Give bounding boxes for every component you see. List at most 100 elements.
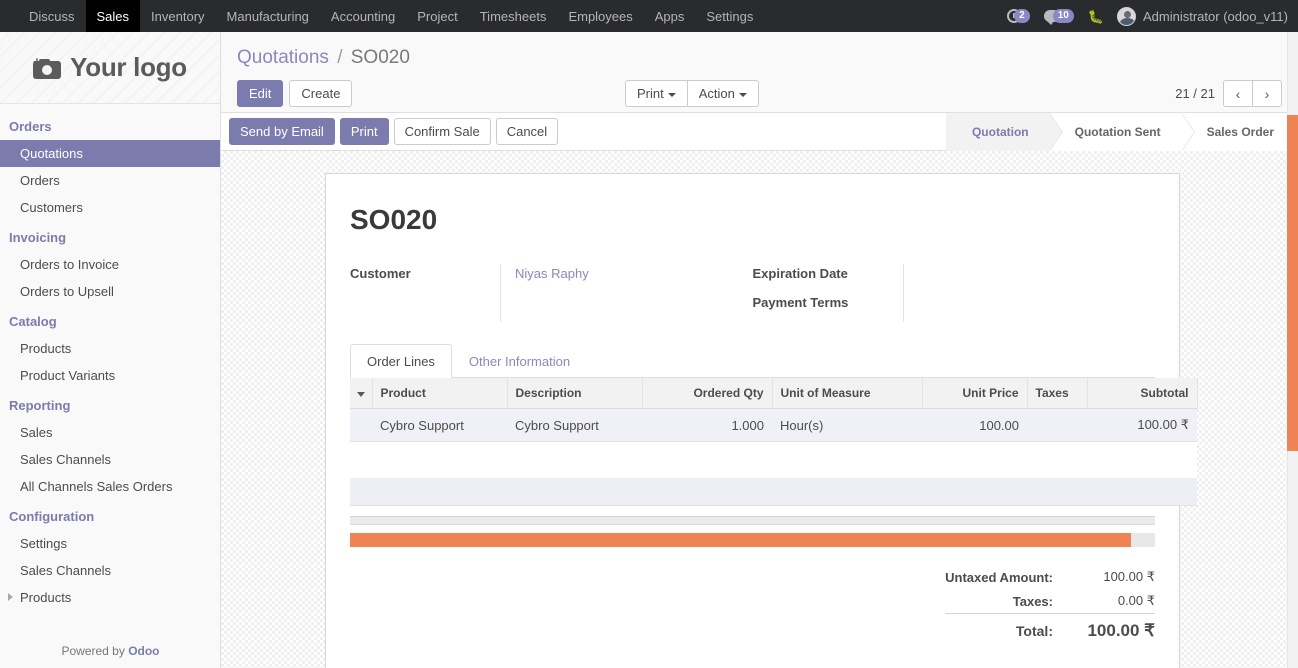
company-logo-area[interactable]: + Your logo: [0, 32, 220, 104]
sidebar-item-products[interactable]: Products: [0, 335, 220, 362]
debug-menu[interactable]: 🐛: [1081, 10, 1111, 23]
powered-by-text: Powered by: [61, 644, 129, 658]
column-header-taxes[interactable]: Taxes: [1027, 378, 1088, 409]
divider-bar: [350, 516, 1155, 525]
status-stage-sales-order[interactable]: Sales Order: [1180, 113, 1298, 151]
vertical-scrollbar-track[interactable]: [1287, 32, 1298, 668]
sidebar-item-sales-channels[interactable]: Sales Channels: [0, 557, 220, 584]
nav-item-apps[interactable]: Apps: [644, 0, 696, 32]
nav-item-discuss[interactable]: Discuss: [18, 0, 86, 32]
nav-item-settings[interactable]: Settings: [695, 0, 764, 32]
systray: 2 10 🐛 Administrator (odoo_v11): [1000, 0, 1298, 32]
sidebar-item-sales[interactable]: Sales: [0, 419, 220, 446]
nav-item-project[interactable]: Project: [406, 0, 468, 32]
nav-item-timesheets[interactable]: Timesheets: [469, 0, 558, 32]
total-label-untaxed-amount: Untaxed Amount:: [945, 569, 1053, 585]
document-title: SO020: [350, 204, 438, 235]
sidebar-item-all-channels-sales-orders[interactable]: All Channels Sales Orders: [0, 473, 220, 500]
activity-menu[interactable]: 2: [1000, 9, 1037, 23]
tab-order-lines[interactable]: Order Lines: [350, 344, 452, 378]
activity-count-badge: 2: [1014, 9, 1030, 23]
field-value-expiration-date[interactable]: [918, 264, 1156, 293]
total-value-taxes: 0.00 ₹: [1117, 593, 1155, 608]
powered-by-footer[interactable]: Powered by Odoo: [0, 636, 220, 668]
confirm-sale-button[interactable]: Confirm Sale: [393, 118, 491, 145]
action-dropdown-button[interactable]: Action: [686, 80, 759, 107]
field-value-payment-terms[interactable]: [918, 293, 1156, 322]
totals-row: Total: 100.00 ₹: [945, 613, 1155, 645]
user-menu[interactable]: Administrator (odoo_v11): [1111, 6, 1288, 26]
cancel-button[interactable]: Cancel: [495, 118, 559, 145]
column-header-product[interactable]: Product: [372, 378, 508, 409]
sidebar-item-orders-to-invoice[interactable]: Orders to Invoice: [0, 251, 220, 278]
sidebar-item-label: Settings: [20, 536, 67, 551]
sidebar-item-orders[interactable]: Orders: [0, 167, 220, 194]
column-header-unit-of-measure[interactable]: Unit of Measure: [772, 378, 923, 409]
camera-add-icon: +: [33, 55, 62, 79]
odoo-brand-link[interactable]: Odoo: [128, 644, 159, 658]
nav-item-accounting[interactable]: Accounting: [320, 0, 406, 32]
column-header-subtotal[interactable]: Subtotal: [1087, 378, 1198, 409]
sidebar-item-orders-to-upsell[interactable]: Orders to Upsell: [0, 278, 220, 305]
main-content: Quotations / SO020 Edit Create Print Act…: [221, 32, 1298, 668]
nav-item-sales[interactable]: Sales: [85, 0, 141, 32]
sidebar-item-label: All Channels Sales Orders: [20, 479, 173, 494]
nav-item-employees[interactable]: Employees: [557, 0, 643, 32]
column-header-ordered-qty[interactable]: Ordered Qty: [642, 378, 773, 409]
status-stage-quotation-sent[interactable]: Quotation Sent: [1048, 113, 1195, 151]
pager-count: 21 / 21: [1175, 86, 1215, 101]
table-spacer: [350, 441, 1197, 478]
chevron-down-icon: [667, 92, 676, 97]
add-line-row[interactable]: [350, 477, 1197, 506]
row-handle[interactable]: [350, 408, 372, 442]
right-field-values: [902, 264, 1156, 322]
breadcrumb-quotations[interactable]: Quotations: [237, 47, 329, 68]
sidebar-item-quotations[interactable]: Quotations: [0, 140, 220, 167]
send-by-email-button[interactable]: Send by Email: [229, 118, 335, 145]
total-label-taxes: Taxes:: [1012, 593, 1053, 609]
action-label: Action: [698, 86, 735, 101]
pager-previous-button[interactable]: ‹: [1223, 80, 1253, 107]
add-line-cell[interactable]: [350, 477, 1197, 506]
sidebar-item-label: Customers: [20, 200, 83, 215]
column-header-unit-price[interactable]: Unit Price: [922, 378, 1028, 409]
nav-item-manufacturing[interactable]: Manufacturing: [216, 0, 320, 32]
form-column-right: Expiration Date Payment Terms: [753, 264, 1156, 322]
form-fields: Customer Niyas Raphy Expiration Date Paym…: [350, 264, 1155, 322]
progress-bar-fill: [350, 533, 1131, 547]
create-button[interactable]: Create: [289, 80, 353, 107]
messages-count-badge: 10: [1052, 9, 1074, 23]
sidebar-item-settings[interactable]: Settings: [0, 530, 220, 557]
edit-button[interactable]: Edit: [237, 80, 284, 107]
messaging-menu[interactable]: 10: [1037, 9, 1081, 25]
total-value-total: 100.00 ₹: [1069, 613, 1155, 645]
sort-handle-column[interactable]: [350, 378, 373, 409]
nav-item-inventory[interactable]: Inventory: [140, 0, 215, 32]
sidebar-item-products[interactable]: Products: [0, 584, 220, 611]
vertical-scrollbar-thumb[interactable]: [1287, 115, 1298, 451]
tab-other-information[interactable]: Other Information: [452, 344, 587, 378]
cell-unit-of-measure: Hour(s): [772, 408, 922, 442]
pager-next-button[interactable]: ›: [1252, 80, 1282, 107]
sidebar-section-reporting: Reporting: [9, 398, 71, 413]
cell-description: Cybro Support: [507, 408, 642, 442]
sidebar-item-customers[interactable]: Customers: [0, 194, 220, 221]
logo-text: Your logo: [70, 52, 187, 82]
chevron-down-icon: [738, 92, 747, 97]
notebook: Order Lines Other Information Product De…: [350, 344, 1198, 645]
sidebar-item-product-variants[interactable]: Product Variants: [0, 362, 220, 389]
totals-section: Untaxed Amount: 100.00 ₹ Taxes: 0.00 ₹ Total…: [350, 565, 1155, 645]
sidebar-section-orders: Orders: [9, 119, 52, 134]
status-stage-quotation[interactable]: Quotation: [945, 113, 1063, 151]
table-row[interactable]: Cybro Support Cybro Support 1.000 Hour(s) 10…: [350, 408, 1197, 442]
column-header-description[interactable]: Description: [507, 378, 643, 409]
order-lines-header: Product Description Ordered Qty Unit of Mea…: [350, 378, 1198, 409]
totals-table: Untaxed Amount: 100.00 ₹ Taxes: 0.00 ₹ Total…: [945, 565, 1155, 645]
print-dropdown-button[interactable]: Print: [625, 80, 688, 107]
totals-row: Untaxed Amount: 100.00 ₹: [945, 565, 1155, 589]
sidebar-item-sales-channels[interactable]: Sales Channels: [0, 446, 220, 473]
field-value-customer[interactable]: Niyas Raphy: [515, 264, 753, 293]
sidebar-section-configuration: Configuration: [9, 509, 95, 524]
user-name-label: Administrator (odoo_v11): [1143, 8, 1288, 24]
print-button[interactable]: Print: [339, 118, 389, 145]
